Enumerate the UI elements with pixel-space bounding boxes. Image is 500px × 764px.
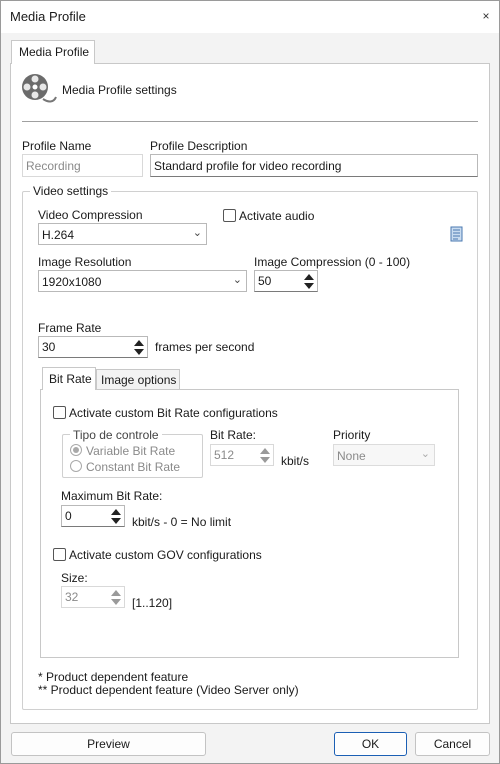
chevron-down-icon: ⌄ [232, 274, 242, 286]
bitrate-label: Bit Rate: [210, 428, 257, 442]
spinner-arrows-icon[interactable] [133, 338, 145, 356]
profile-name-label: Profile Name [22, 139, 92, 153]
video-settings-title: Video settings [30, 184, 112, 198]
custom-bitrate-label: Activate custom Bit Rate configurations [69, 406, 278, 420]
tab-bit-rate[interactable]: Bit Rate [42, 367, 96, 390]
title-bar: Media Profile × [1, 1, 499, 33]
spinner-arrows-icon[interactable] [110, 507, 122, 525]
activate-audio-checkbox[interactable] [223, 209, 236, 222]
preview-button[interactable]: Preview [11, 732, 206, 756]
max-bitrate-label: Maximum Bit Rate: [61, 489, 163, 503]
constant-bitrate-label: Constant Bit Rate [86, 460, 181, 474]
image-compression-stepper[interactable]: 50 [254, 270, 318, 292]
gov-size-range: [1..120] [132, 596, 173, 610]
tab-image-options[interactable]: Image options [96, 369, 180, 390]
spinner-arrows-icon[interactable] [110, 588, 122, 606]
image-resolution-value: 1920x1080 [42, 275, 102, 289]
footnote-1: * Product dependent feature [38, 670, 189, 684]
video-compression-label: Video Compression [38, 208, 143, 222]
gov-size-value: 32 [65, 590, 79, 604]
image-resolution-label: Image Resolution [38, 255, 132, 269]
priority-value: None [337, 449, 366, 463]
custom-gov-checkbox[interactable] [53, 548, 66, 561]
frame-rate-unit: frames per second [155, 340, 255, 354]
control-type-title: Tipo de controle [70, 428, 162, 442]
header-separator [22, 121, 478, 122]
priority-label: Priority [333, 428, 371, 442]
film-reel-icon [22, 74, 57, 103]
variable-bitrate-label: Variable Bit Rate [86, 444, 176, 458]
max-bitrate-stepper[interactable]: 0 [61, 505, 125, 527]
ok-button[interactable]: OK [334, 732, 407, 756]
bitrate-unit: kbit/s [281, 454, 310, 468]
frame-rate-value: 30 [42, 340, 56, 354]
window-title: Media Profile [10, 9, 86, 24]
bitrate-stepper[interactable]: 512 [210, 444, 274, 466]
variable-bitrate-radio[interactable] [70, 444, 82, 456]
constant-bitrate-radio[interactable] [70, 460, 82, 472]
frame-rate-stepper[interactable]: 30 [38, 336, 148, 358]
document-icon[interactable] [450, 226, 464, 242]
profile-description-label: Profile Description [150, 139, 248, 153]
frame-rate-label: Frame Rate [38, 321, 102, 335]
tab-media-profile[interactable]: Media Profile [11, 40, 95, 64]
image-compression-label: Image Compression (0 - 100) [254, 255, 411, 269]
video-compression-select[interactable]: H.264 ⌄ [38, 223, 207, 245]
max-bitrate-unit: kbit/s - 0 = No limit [132, 515, 232, 529]
image-resolution-select[interactable]: 1920x1080 ⌄ [38, 270, 247, 292]
gov-size-stepper[interactable]: 32 [61, 586, 125, 608]
custom-bitrate-checkbox[interactable] [53, 406, 66, 419]
activate-audio-label: Activate audio [239, 209, 315, 223]
spinner-arrows-icon[interactable] [303, 272, 315, 290]
profile-description-field[interactable]: Standard profile for video recording [150, 154, 478, 177]
image-compression-value: 50 [258, 274, 272, 288]
max-bitrate-value: 0 [65, 509, 72, 523]
custom-gov-label: Activate custom GOV configurations [69, 548, 262, 562]
spinner-arrows-icon[interactable] [259, 446, 271, 464]
close-icon[interactable]: × [479, 9, 493, 23]
chevron-down-icon: ⌄ [420, 448, 430, 460]
priority-select[interactable]: None ⌄ [333, 444, 435, 466]
profile-name-field[interactable]: Recording [22, 154, 143, 177]
video-compression-value: H.264 [42, 228, 75, 242]
header-title: Media Profile settings [62, 83, 177, 97]
cancel-button[interactable]: Cancel [415, 732, 490, 756]
chevron-down-icon: ⌄ [192, 227, 202, 239]
bitrate-value: 512 [214, 448, 235, 462]
gov-size-label: Size: [61, 571, 88, 585]
media-profile-window: Media Profile × Media Profile Media Prof… [0, 0, 500, 764]
footnote-2: ** Product dependent feature (Video Serv… [38, 683, 299, 697]
